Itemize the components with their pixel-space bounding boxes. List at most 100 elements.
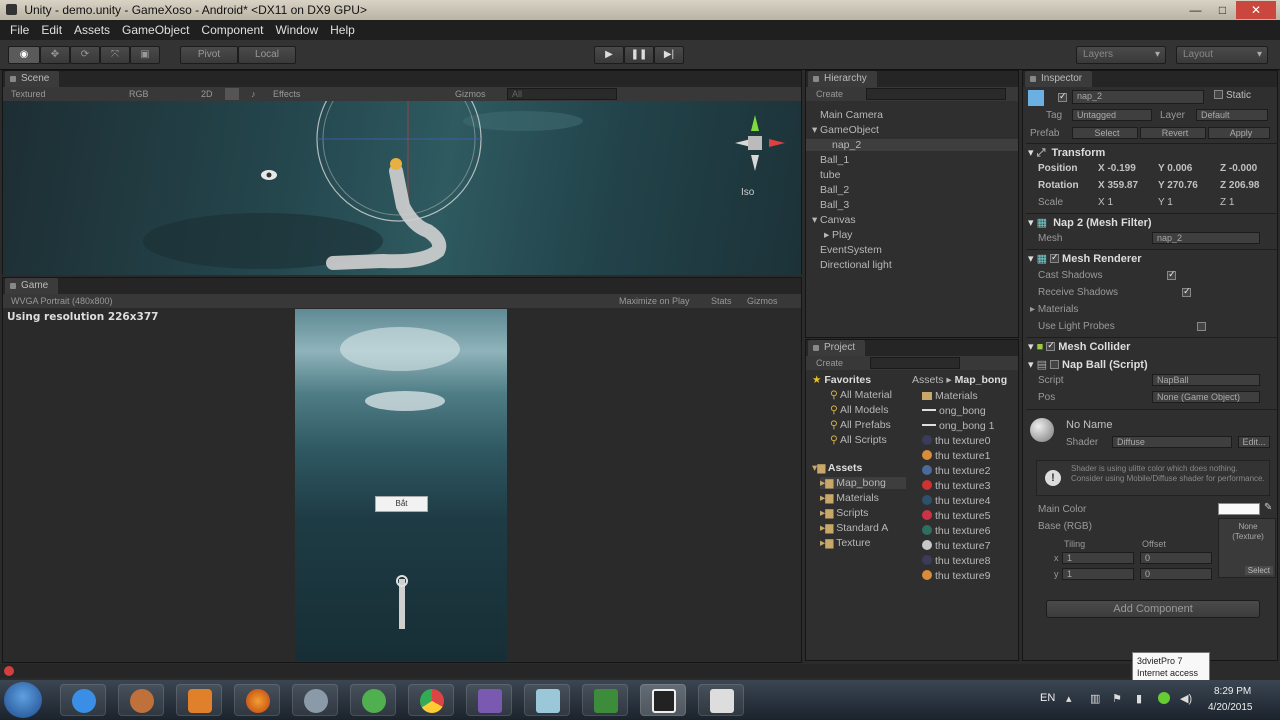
tab-project[interactable]: Project xyxy=(808,340,866,356)
favorites-item[interactable]: ⚲ All Scripts xyxy=(830,434,887,446)
project-search-input[interactable] xyxy=(870,357,960,369)
menu-help[interactable]: Help xyxy=(324,23,361,37)
pivot-toggle[interactable]: Pivot xyxy=(180,46,238,64)
scene-gizmos-dropdown[interactable]: Gizmos xyxy=(455,87,486,101)
hierarchy-item[interactable]: ▸ Play xyxy=(806,229,1018,241)
minimize-button[interactable]: — xyxy=(1182,1,1209,19)
folder-item[interactable]: ▸▆ Texture xyxy=(820,537,906,549)
active-checkbox[interactable] xyxy=(1058,91,1067,102)
main-color-swatch[interactable] xyxy=(1218,503,1260,515)
menu-gameobject[interactable]: GameObject xyxy=(116,23,195,37)
breadcrumb-map-bong[interactable]: Map_bong xyxy=(955,374,1008,386)
audio-icon[interactable]: ♪ xyxy=(251,87,256,101)
hierarchy-item[interactable]: EventSystem xyxy=(806,244,1018,256)
play-button[interactable]: ▶ xyxy=(594,46,624,64)
light-toggle-button[interactable] xyxy=(225,88,239,100)
tiling-y-field[interactable]: 1 xyxy=(1062,568,1134,580)
add-component-button[interactable]: Add Component xyxy=(1046,600,1260,618)
orientation-gizmo[interactable] xyxy=(731,111,791,181)
hierarchy-item[interactable]: Ball_3 xyxy=(806,199,1018,211)
mesh-field[interactable]: nap_2 xyxy=(1152,232,1260,244)
stats-toggle[interactable]: Stats xyxy=(711,294,732,308)
taskbar-app6[interactable] xyxy=(350,684,396,716)
hierarchy-item[interactable]: Ball_2 xyxy=(806,184,1018,196)
materials-foldout[interactable]: ▸ Materials xyxy=(1030,304,1078,315)
projection-label[interactable]: Iso xyxy=(741,187,754,198)
position-y[interactable]: Y 0.006 xyxy=(1158,163,1192,174)
asset-item[interactable]: thu texture9 xyxy=(922,570,990,582)
play-game-button[interactable]: Bắt xyxy=(375,496,428,512)
position-z[interactable]: Z -0.000 xyxy=(1220,163,1257,174)
asset-item[interactable]: ong_bong 1 xyxy=(922,420,994,432)
asset-item[interactable]: thu texture0 xyxy=(922,435,990,447)
tag-dropdown[interactable]: Untagged xyxy=(1072,109,1152,121)
tab-inspector[interactable]: Inspector xyxy=(1025,71,1093,87)
mesh-collider-header[interactable]: ▾ ■ Mesh Collider xyxy=(1028,340,1278,356)
tray-flag-icon[interactable]: ⚑ xyxy=(1112,692,1122,705)
foldout-arrow-icon[interactable]: ▸ xyxy=(824,229,832,241)
hierarchy-item[interactable]: tube xyxy=(806,169,1018,181)
move-tool-button[interactable]: ✥ xyxy=(40,46,70,64)
effects-dropdown[interactable]: Effects xyxy=(273,87,300,101)
step-button[interactable]: ▶| xyxy=(654,46,684,64)
asset-item[interactable]: thu texture8 xyxy=(922,555,990,567)
favorites-header[interactable]: ★ Favorites xyxy=(812,374,871,386)
asset-item[interactable]: thu texture1 xyxy=(922,450,990,462)
foldout-arrow-icon[interactable]: ▾ xyxy=(812,214,820,226)
aspect-dropdown[interactable]: WVGA Portrait (480x800) xyxy=(11,294,113,308)
taskbar-app9[interactable] xyxy=(524,684,570,716)
taskbar-app5[interactable] xyxy=(292,684,338,716)
tray-signal-icon[interactable]: ▮ xyxy=(1136,692,1142,705)
tab-game[interactable]: Game xyxy=(5,278,59,294)
maximize-on-play-toggle[interactable]: Maximize on Play xyxy=(619,294,690,308)
folder-item[interactable]: ▸▆ Scripts xyxy=(820,507,906,519)
rotation-x[interactable]: X 359.87 xyxy=(1098,180,1138,191)
start-button[interactable] xyxy=(4,682,42,718)
taskbar-ie[interactable] xyxy=(60,684,106,716)
eyedropper-icon[interactable]: ✎ xyxy=(1264,502,1272,513)
taskbar-firefox[interactable] xyxy=(234,684,280,716)
asset-item[interactable]: thu texture5 xyxy=(922,510,990,522)
prefab-revert-button[interactable]: Revert xyxy=(1140,127,1206,139)
position-x[interactable]: X -0.199 xyxy=(1098,163,1136,174)
cast-shadows-checkbox[interactable] xyxy=(1167,269,1177,280)
asset-item[interactable]: thu texture2 xyxy=(922,465,990,477)
taskbar-camtasia[interactable] xyxy=(582,684,628,716)
tray-status-icon[interactable] xyxy=(1158,692,1170,704)
scale-tool-button[interactable]: ⤧ xyxy=(100,46,130,64)
menu-edit[interactable]: Edit xyxy=(35,23,68,37)
tab-hierarchy[interactable]: Hierarchy xyxy=(808,71,877,87)
folder-item[interactable]: ▸▆ Standard A xyxy=(820,522,906,534)
hierarchy-item[interactable]: Ball_1 xyxy=(806,154,1018,166)
foldout-arrow-icon[interactable]: ▾ xyxy=(812,124,820,136)
hierarchy-item[interactable]: ▾ Canvas xyxy=(806,214,1018,226)
menu-assets[interactable]: Assets xyxy=(68,23,116,37)
light-probes-checkbox[interactable] xyxy=(1197,322,1207,331)
texture-slot[interactable]: None (Texture) Select xyxy=(1218,518,1276,578)
taskbar-chrome[interactable] xyxy=(408,684,454,716)
prefab-select-button[interactable]: Select xyxy=(1072,127,1138,139)
folder-item[interactable]: ▸▆ Materials xyxy=(820,492,906,504)
scale-x[interactable]: X 1 xyxy=(1098,197,1113,208)
tiling-x-field[interactable]: 1 xyxy=(1062,552,1134,564)
maximize-button[interactable]: □ xyxy=(1209,1,1236,19)
taskbar-unity[interactable] xyxy=(640,684,686,716)
hierarchy-item[interactable]: Directional light xyxy=(806,259,1018,271)
taskbar-app2[interactable] xyxy=(118,684,164,716)
asset-item[interactable]: ong_bong xyxy=(922,405,986,417)
hierarchy-item[interactable]: ▾ GameObject xyxy=(806,124,1018,136)
tray-volume-icon[interactable]: ◀) xyxy=(1180,692,1192,705)
shader-dropdown[interactable]: Diffuse xyxy=(1112,436,1232,448)
layers-dropdown[interactable]: Layers xyxy=(1076,46,1166,64)
rgb-dropdown[interactable]: RGB xyxy=(129,87,149,101)
taskbar-visual-studio[interactable] xyxy=(466,684,512,716)
clock-time[interactable]: 8:29 PM xyxy=(1214,686,1251,697)
folder-item[interactable]: ▸▆ Map_bong xyxy=(820,477,906,489)
scene-viewport[interactable]: Iso xyxy=(3,101,801,275)
object-name-field[interactable]: nap_2 xyxy=(1072,90,1204,104)
close-button[interactable]: ✕ xyxy=(1236,1,1276,19)
asset-item[interactable]: thu texture4 xyxy=(922,495,990,507)
tray-expand-icon[interactable]: ▴ xyxy=(1066,692,1072,705)
rotation-z[interactable]: Z 206.98 xyxy=(1220,180,1259,191)
script-field[interactable]: NapBall xyxy=(1152,374,1260,386)
